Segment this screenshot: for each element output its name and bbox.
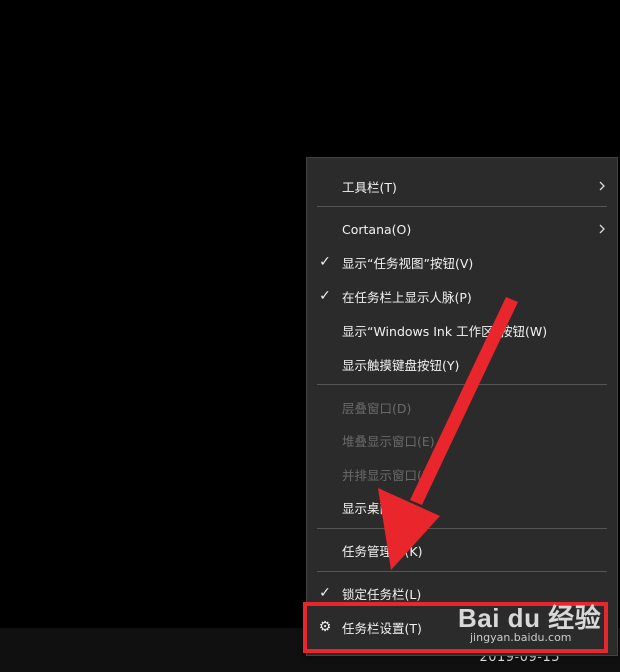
menu-item-show-task-view[interactable]: ✓ 显示“任务视图”按钮(V) [307, 247, 617, 277]
menu-item-label: 锁定任务栏(L) [342, 586, 422, 602]
check-icon: ✓ [319, 288, 331, 304]
menu-item-label: 层叠窗口(D) [342, 400, 412, 416]
menu-item-label: 显示桌面(S) [342, 500, 410, 516]
menu-item-label: 显示触摸键盘按钮(Y) [342, 357, 460, 373]
chevron-right-icon [599, 181, 605, 191]
menu-separator [317, 384, 607, 385]
menu-separator [317, 528, 607, 529]
menu-separator [317, 571, 607, 572]
check-icon: ✓ [319, 254, 331, 270]
menu-item-side-by-side: 并排显示窗口(I) [307, 459, 617, 489]
menu-item-label: 堆叠显示窗口(E) [342, 433, 435, 449]
menu-item-label: 显示“任务视图”按钮(V) [342, 255, 474, 271]
menu-item-cortana[interactable]: Cortana(O) [307, 214, 617, 244]
menu-item-label: 工具栏(T) [342, 179, 397, 195]
menu-item-stack: 堆叠显示窗口(E) [307, 425, 617, 455]
menu-item-label: Cortana(O) [342, 221, 412, 237]
taskbar-context-menu: 工具栏(T) Cortana(O) ✓ 显示“任务视图”按钮(V) ✓ 在任务栏… [306, 157, 618, 656]
menu-item-show-touch-keyboard[interactable]: 显示触摸键盘按钮(Y) [307, 349, 617, 379]
menu-separator [317, 206, 607, 207]
menu-item-task-manager[interactable]: 任务管理器(K) [307, 535, 617, 565]
menu-item-show-ink[interactable]: 显示“Windows Ink 工作区”按钮(W) [307, 315, 617, 345]
check-icon: ✓ [319, 585, 331, 601]
menu-item-cascade: 层叠窗口(D) [307, 392, 617, 422]
menu-item-show-people[interactable]: ✓ 在任务栏上显示人脉(P) [307, 281, 617, 311]
menu-item-toolbar[interactable]: 工具栏(T) [307, 171, 617, 201]
annotation-highlight-box [303, 602, 608, 653]
menu-item-label: 并排显示窗口(I) [342, 467, 431, 483]
chevron-right-icon [599, 224, 605, 234]
menu-item-label: 任务管理器(K) [342, 543, 423, 559]
menu-item-show-desktop[interactable]: 显示桌面(S) [307, 492, 617, 522]
desktop: 2019-09-15 工具栏(T) Cortana(O) ✓ 显示“任务视图”按… [0, 0, 620, 672]
menu-item-label: 在任务栏上显示人脉(P) [342, 289, 472, 305]
menu-item-label: 显示“Windows Ink 工作区”按钮(W) [342, 323, 548, 339]
